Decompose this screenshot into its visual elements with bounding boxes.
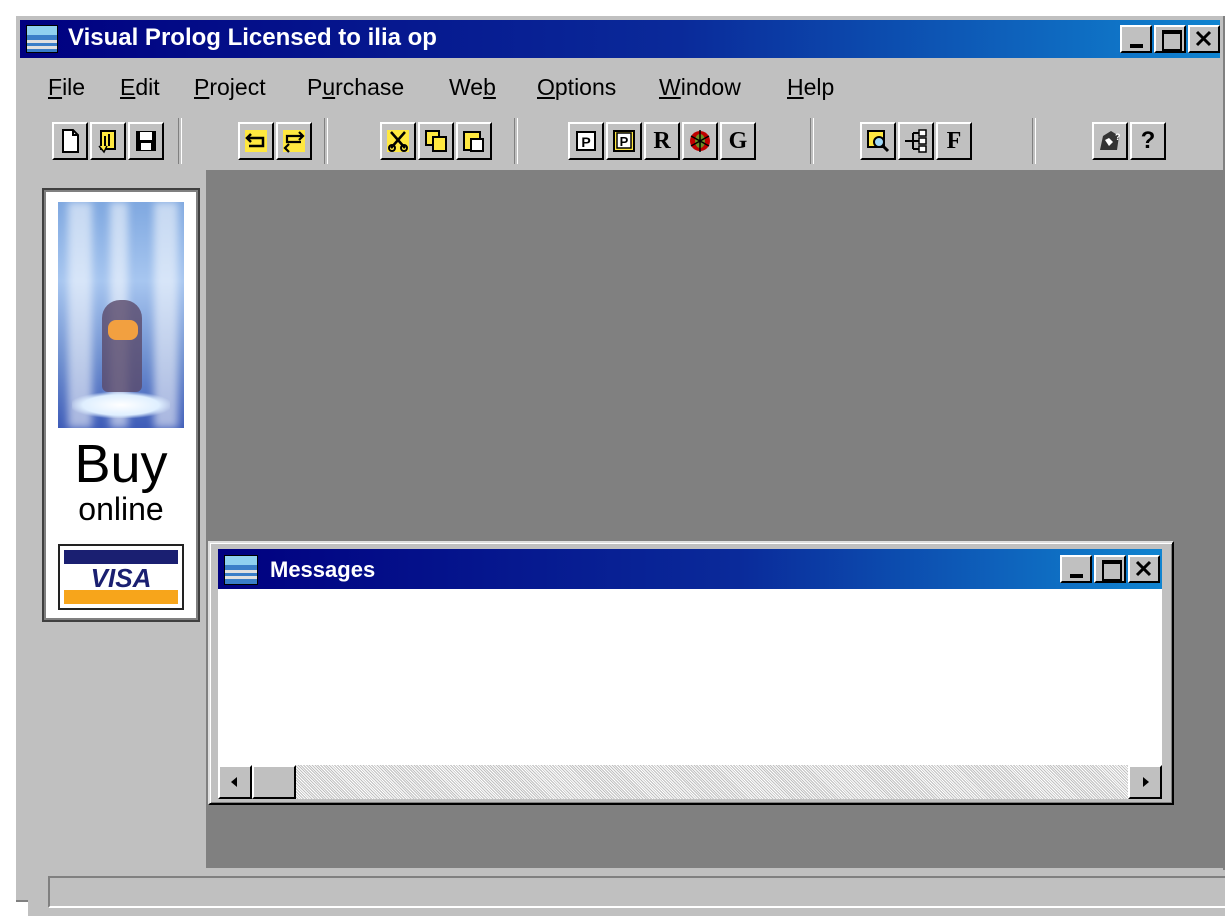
new-file-button[interactable] [52,122,88,160]
debug-button[interactable] [682,122,718,160]
paste-button[interactable] [456,122,492,160]
new-file-icon [62,129,79,153]
project-icon: P [576,131,596,151]
toolbar-separator [1032,118,1036,164]
svg-text:?: ? [1115,132,1121,142]
paste-icon [463,131,484,152]
close-icon [1195,30,1212,47]
messages-minimize-button[interactable] [1060,555,1092,583]
browse-icon [867,130,890,153]
find-button[interactable]: F [936,122,972,160]
open-file-icon [98,130,116,154]
cut-icon [387,130,409,152]
find-icon: F [946,127,962,154]
toolbar-separator [810,118,814,164]
menu-file[interactable]: File [48,74,85,101]
svg-text:P: P [581,134,590,150]
save-icon [136,131,156,151]
browse-button[interactable] [860,122,896,160]
scroll-right-button[interactable] [1128,765,1162,799]
minimize-icon [1070,574,1083,578]
go-icon: G [728,127,748,154]
project-button[interactable]: P [568,122,604,160]
status-bar [28,870,1225,916]
menu-options[interactable]: Options [537,74,616,101]
ad-buy-text: Buy [74,434,168,494]
scroll-left-button[interactable] [218,765,252,799]
menu-window[interactable]: Window [659,74,741,101]
minimize-button[interactable] [1120,25,1152,53]
scroll-thumb[interactable] [252,765,296,799]
help-topics-icon: ? [1100,131,1121,150]
tree-icon [905,129,927,153]
toolbar: P P R G F ? ? [28,114,1225,166]
project-file-button[interactable]: P [606,122,642,160]
copy-icon [425,130,447,152]
run-icon: R [653,127,671,154]
messages-window-icon[interactable] [224,555,258,585]
ad-online-text: online [78,491,164,527]
close-icon [1135,560,1152,577]
redo-icon [283,130,305,153]
maximize-icon [1162,30,1182,51]
messages-content[interactable] [218,589,1162,765]
window-title: Visual Prolog Licensed to ilia op [68,24,437,51]
help-topics-button[interactable]: ? [1092,122,1128,160]
toolbar-separator [514,118,518,164]
messages-title-bar[interactable]: Messages [218,549,1162,589]
project-file-icon: P [613,130,635,152]
help-button[interactable]: ? [1130,122,1166,160]
redo-button[interactable] [276,122,312,160]
arrow-right-icon [1143,777,1149,787]
run-button[interactable]: R [644,122,680,160]
maximize-button[interactable] [1154,25,1186,53]
visa-logo: VISA [58,544,184,610]
advertisement-panel: Buy online VISA [28,170,206,870]
menu-project[interactable]: Project [194,74,266,101]
minimize-icon [1130,44,1143,48]
toolbar-separator [324,118,328,164]
debug-icon [690,130,710,152]
undo-button[interactable] [238,122,274,160]
arrow-left-icon [231,777,237,787]
menu-help[interactable]: Help [787,74,834,101]
messages-window: Messages [208,541,1174,805]
menu-web[interactable]: Web [449,74,496,101]
messages-close-button[interactable] [1128,555,1160,583]
messages-title: Messages [270,557,376,582]
svg-text:P: P [620,134,629,149]
tree-button[interactable] [898,122,934,160]
go-button[interactable]: G [720,122,756,160]
title-bar[interactable]: Visual Prolog Licensed to ilia op [20,20,1220,58]
menu-edit[interactable]: Edit [120,74,160,101]
close-button[interactable] [1188,25,1220,53]
status-field [48,876,1225,908]
save-button[interactable] [128,122,164,160]
copy-button[interactable] [418,122,454,160]
open-file-button[interactable] [90,122,126,160]
banner-photo [58,202,184,428]
undo-icon [245,130,267,152]
help-icon: ? [1140,127,1156,154]
toolbar-separator [178,118,182,164]
horizontal-scrollbar[interactable] [218,765,1162,799]
cut-button[interactable] [380,122,416,160]
maximize-icon [1102,560,1122,581]
buy-online-banner[interactable]: Buy online VISA [44,190,198,620]
visual-prolog-app-icon[interactable] [26,25,58,53]
menu-purchase[interactable]: Purchase [307,74,404,101]
messages-maximize-button[interactable] [1094,555,1126,583]
